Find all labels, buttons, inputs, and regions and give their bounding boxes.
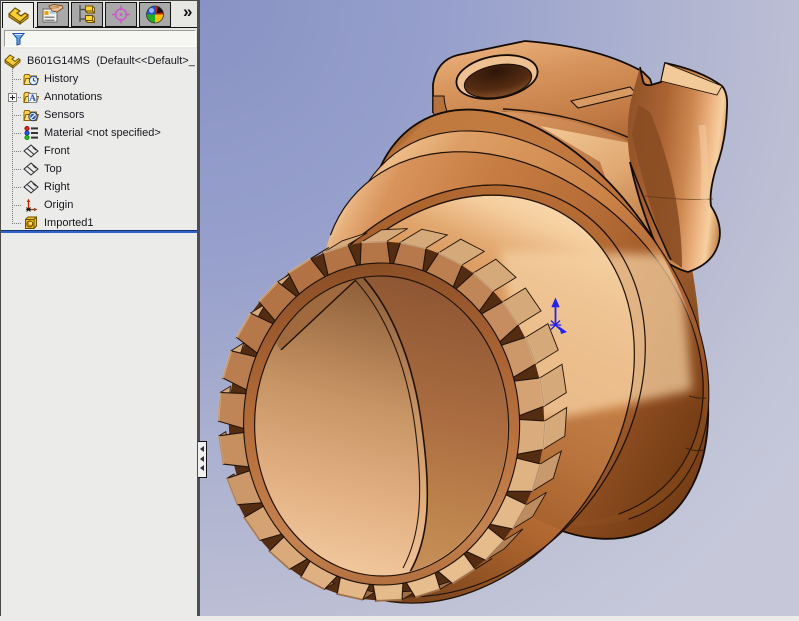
svg-text:A: A bbox=[29, 94, 36, 104]
